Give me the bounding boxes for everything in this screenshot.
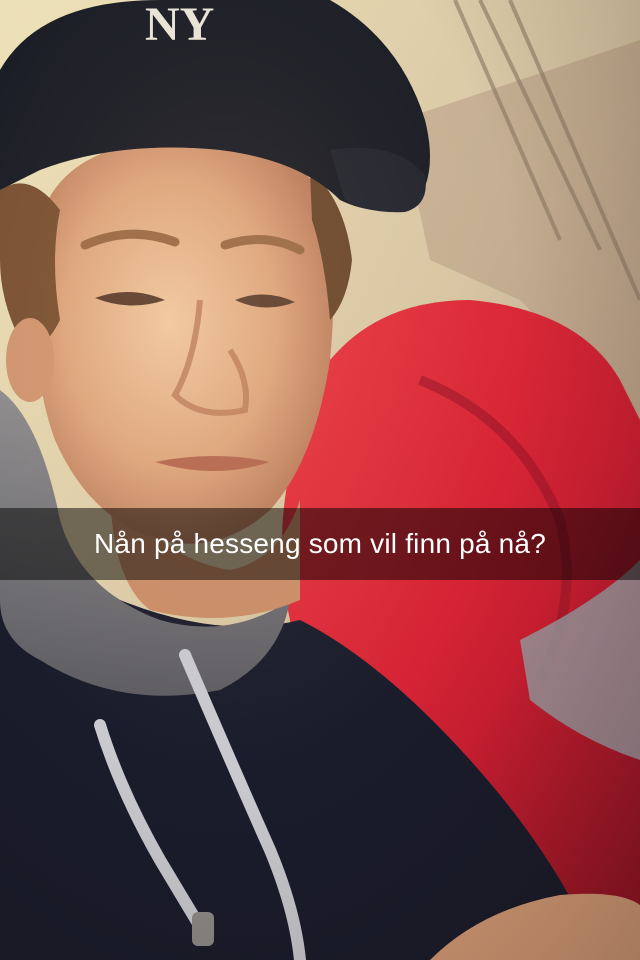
caption-bar: Nån på hesseng som vil finn på nå? [0,508,640,580]
selfie-photo: NY [0,0,640,960]
face [35,139,334,544]
drawstring-tip [192,912,214,946]
ear [6,318,54,402]
cap-logo: NY [145,0,214,51]
snap-photo: NY Nån på hesseng som vil finn på nå? [0,0,640,960]
caption-text: Nån på hesseng som vil finn på nå? [94,528,546,559]
